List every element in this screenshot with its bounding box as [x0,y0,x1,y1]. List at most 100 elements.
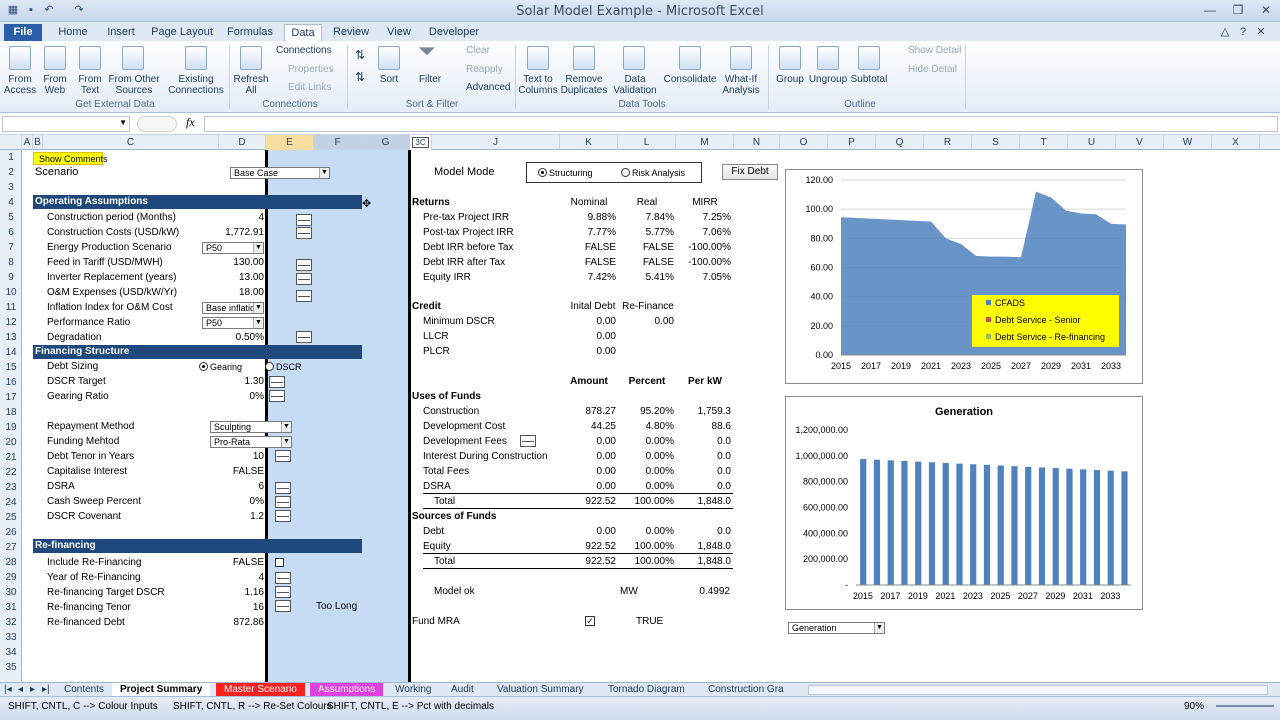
row-header[interactable]: 18 [0,405,22,420]
minimize-ribbon-icon[interactable]: △ [1218,24,1232,41]
sheet-tab[interactable]: Valuation Summary [489,683,592,697]
ungroup-button[interactable]: Ungroup [808,74,848,85]
financing-value[interactable]: FALSE [200,465,264,478]
row-header[interactable]: 28 [0,555,22,570]
column-header[interactable]: M [676,135,734,150]
workbook-close-icon[interactable]: ✕ [1254,24,1268,41]
data-validation-button[interactable]: Data Validation [612,74,658,96]
horizontal-scrollbar[interactable] [808,685,1268,695]
financing-value[interactable]: 0% [200,495,264,508]
row-header[interactable]: 15 [0,360,22,375]
tab-insert[interactable]: Insert [102,24,140,41]
spinner-control[interactable] [296,214,312,226]
sort-az-icon[interactable]: ⇅ [355,49,365,61]
financing-value[interactable]: 1.2 [200,510,264,523]
row-header[interactable]: 17 [0,390,22,405]
minimize-button[interactable]: — [1196,1,1224,19]
column-header[interactable]: G [362,135,410,150]
consolidate-button[interactable]: Consolidate [662,74,718,85]
row-header[interactable]: 3 [0,180,22,195]
fix-debt-button[interactable]: Fix Debt [722,164,778,180]
row-header[interactable]: 23 [0,480,22,495]
dscr-radio[interactable]: DSCR [265,361,302,374]
spinner-control[interactable] [275,450,291,462]
assumption-select[interactable]: P50 ▼ [202,317,264,329]
column-header[interactable]: F [314,135,362,150]
row-header[interactable]: 8 [0,255,22,270]
name-box[interactable]: ▼ [2,116,130,132]
filter-button[interactable]: Filter [414,74,446,85]
column-header[interactable]: J [432,135,560,150]
sheet-tab[interactable]: Audit [443,683,482,697]
refinancing-value[interactable]: FALSE [200,556,264,569]
chart-select[interactable]: Generation ▼ [788,622,885,634]
column-header[interactable]: X [1212,135,1260,150]
column-header[interactable]: S [972,135,1020,150]
close-button[interactable]: ✕ [1252,1,1280,19]
refinancing-value[interactable]: 872.86 [200,616,264,629]
row-header[interactable]: 24 [0,495,22,510]
assumption-value[interactable]: 130.00 [200,256,264,269]
row-header[interactable]: 22 [0,465,22,480]
select-all-corner[interactable] [0,135,22,150]
spinner-control[interactable] [275,510,291,522]
column-header[interactable]: L [618,135,676,150]
generation-chart[interactable]: Generation 1,200,000.00 1,000,000.00 800,00… [785,396,1143,610]
row-header[interactable]: 1 [0,150,22,165]
help-icon[interactable]: ? [1236,24,1250,41]
assumption-value[interactable]: 18.00 [200,286,264,299]
spinner-control[interactable] [275,572,291,584]
column-header[interactable]: W [1164,135,1212,150]
financing-value[interactable]: 6 [200,480,264,493]
tab-view[interactable]: View [382,24,416,41]
tab-data[interactable]: Data [284,24,322,41]
row-header[interactable]: 30 [0,585,22,600]
column-header[interactable]: O [780,135,828,150]
assumption-value[interactable]: 1,772.91 [200,226,264,239]
spinner-control[interactable] [296,273,312,285]
cfads-chart[interactable]: 120.00 100.00 80.00 60.00 40.00 20.00 0.00 2015… [785,169,1143,384]
column-header[interactable]: D [219,135,266,150]
row-header[interactable]: 2 [0,165,22,180]
financing-select[interactable]: Sculpting ▼ [210,421,292,433]
prev-sheet-icon[interactable]: ◂ [16,683,25,697]
tab-page-layout[interactable]: Page Layout [150,24,214,41]
spinner-control[interactable] [275,496,291,508]
row-header[interactable]: 10 [0,285,22,300]
tab-formulas[interactable]: Formulas [224,24,276,41]
include-refinancing-checkbox[interactable] [275,558,284,567]
remove-duplicates-button[interactable]: Remove Duplicates [560,74,608,96]
spinner-control[interactable] [520,435,536,447]
gearing-radio[interactable]: Gearing [199,361,242,374]
column-header[interactable]: V [1116,135,1164,150]
advanced-button[interactable]: Advanced [466,82,510,94]
existing-connections-button[interactable]: Existing Connections [166,74,226,96]
tab-review[interactable]: Review [330,24,372,41]
formula-scroll-handle[interactable] [137,116,177,132]
row-header[interactable]: 26 [0,525,22,540]
sheet-tab-active[interactable]: Project Summary [112,683,211,697]
from-text-button[interactable]: From Text [72,74,108,96]
connections-button[interactable]: Connections [276,45,332,57]
text-to-columns-button[interactable]: Text to Columns [518,74,558,96]
assumption-value[interactable]: 4 [200,211,264,224]
last-sheet-icon[interactable]: ▸| [40,683,52,697]
row-header[interactable]: 35 [0,660,22,675]
spinner-control[interactable] [275,586,291,598]
from-other-sources-button[interactable]: From Other Sources [106,74,162,96]
financing-value[interactable]: 0% [200,390,264,403]
row-header[interactable]: 9 [0,270,22,285]
assumption-value[interactable]: 0.50% [200,331,264,344]
spinner-control[interactable] [275,600,291,612]
sort-button[interactable]: Sort [372,74,406,85]
scenario-select[interactable]: Base Case ▼ [230,167,330,179]
financing-value[interactable]: 10 [200,450,264,463]
row-header[interactable]: 5 [0,210,22,225]
row-header[interactable]: 13 [0,330,22,345]
sheet-tab[interactable]: Construction Gra [700,683,792,697]
spinner-control[interactable] [296,290,312,302]
column-header[interactable]: E [266,135,314,150]
formula-input[interactable] [204,116,1278,132]
what-if-analysis-button[interactable]: What-If Analysis [718,74,764,96]
financing-value[interactable]: 1.30 [200,375,264,388]
